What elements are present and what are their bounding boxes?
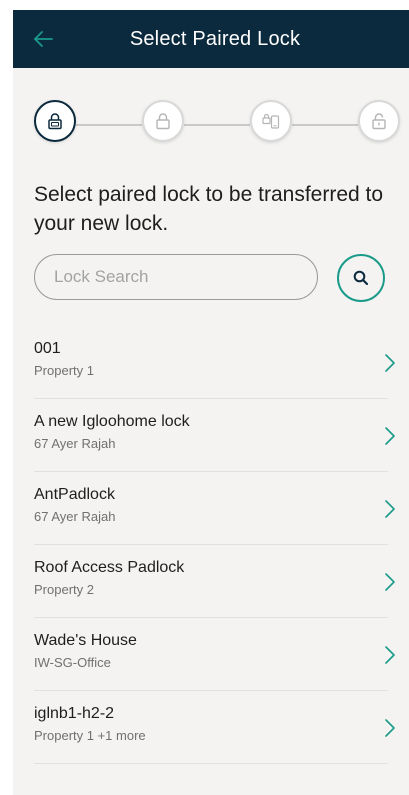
lock-location: Property 1 [34, 363, 94, 378]
lock-list-item[interactable]: Roof Access Padlock Property 2 [34, 545, 395, 618]
lock-search-input[interactable] [34, 254, 318, 300]
stepper-connector [292, 124, 358, 126]
lock-list-item[interactable]: A new Igloohome lock 67 Ayer Rajah [34, 399, 395, 472]
lock-location: Property 2 [34, 582, 94, 597]
step-4 [358, 100, 400, 142]
lock-list-item[interactable]: AntPadlock 67 Ayer Rajah [34, 472, 395, 545]
search-button[interactable] [337, 254, 385, 302]
instruction-text: Select paired lock to be transferred to … [34, 183, 384, 235]
lock-list-item[interactable]: iglnb1-h2-2 Property 1 +1 more [34, 691, 395, 764]
chevron-right-icon [385, 427, 395, 445]
lock-name: Roof Access Padlock [34, 559, 185, 576]
search-icon [353, 270, 369, 286]
lock-name: 001 [34, 340, 61, 357]
chevron-right-icon [385, 354, 395, 372]
paired-lock-list: 001 Property 1 A new Igloohome lock 67 A… [13, 326, 409, 764]
header-bar: Select Paired Lock [13, 10, 409, 68]
step-2 [142, 100, 184, 142]
lock-open-icon [372, 113, 386, 130]
chevron-right-icon [385, 573, 395, 591]
phone-lock-icon [262, 113, 280, 129]
lock-location: 67 Ayer Rajah [34, 509, 116, 524]
app-screen: Select Paired Lock Select paired lock to… [13, 10, 409, 795]
stepper-connector [76, 124, 142, 126]
lock-name: Wade's House [34, 632, 137, 649]
step-1 [34, 100, 76, 142]
lock-name: AntPadlock [34, 486, 115, 503]
lock-location: 67 Ayer Rajah [34, 436, 116, 451]
chevron-right-icon [385, 500, 395, 518]
chevron-right-icon [385, 646, 395, 664]
progress-stepper [13, 98, 409, 148]
arrow-left-icon[interactable] [31, 27, 55, 51]
lock-location: IW-SG-Office [34, 655, 111, 670]
lock-list-item[interactable]: Wade's House IW-SG-Office [34, 618, 395, 691]
lock-keypad-icon [48, 113, 62, 130]
lock-location: Property 1 +1 more [34, 728, 146, 743]
step-3 [250, 100, 292, 142]
lock-list-item[interactable]: 001 Property 1 [34, 326, 395, 399]
stepper-connector [184, 124, 250, 126]
page-title: Select Paired Lock [129, 27, 301, 50]
lock-name: A new Igloohome lock [34, 413, 190, 430]
lock-icon [156, 113, 170, 130]
chevron-right-icon [385, 719, 395, 737]
lock-name: iglnb1-h2-2 [34, 705, 115, 722]
